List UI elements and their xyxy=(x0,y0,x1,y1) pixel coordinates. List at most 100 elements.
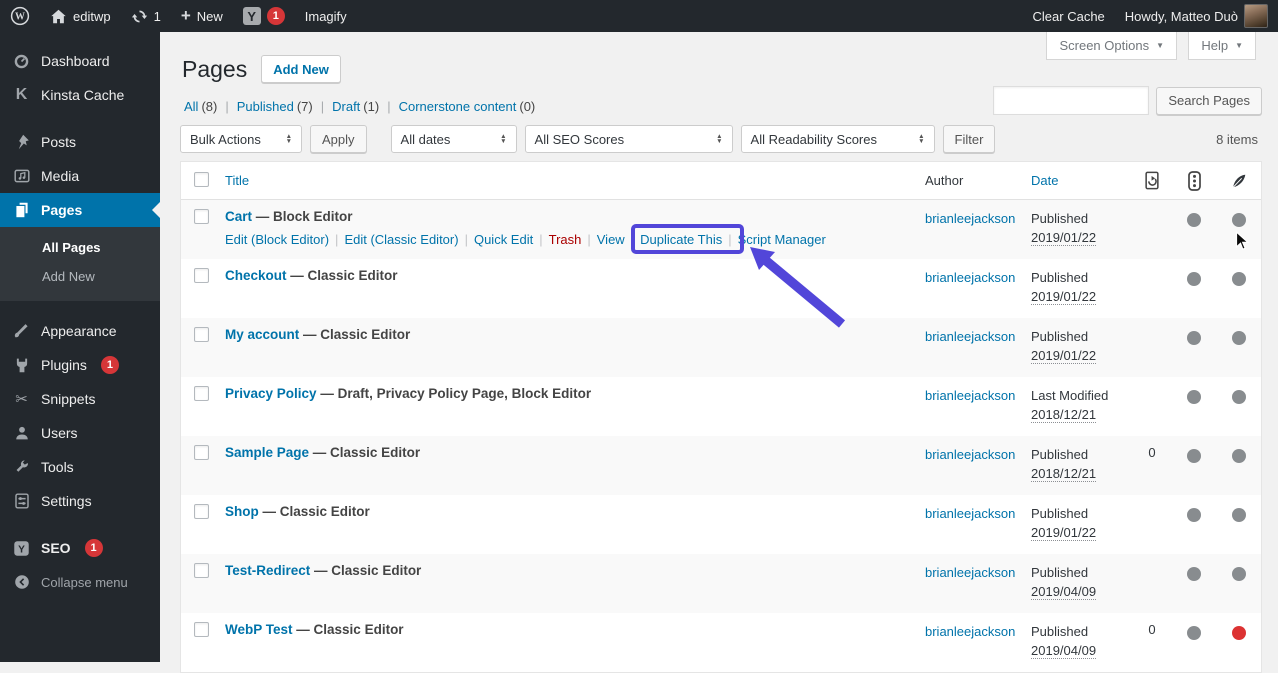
table-row: Test-Redirect — Classic Editor brianleej… xyxy=(181,554,1261,613)
seo-score-dot xyxy=(1187,331,1201,345)
post-state: — Classic Editor xyxy=(287,268,398,283)
author-link[interactable]: brianleejackson xyxy=(925,445,1021,464)
page-title-link[interactable]: Privacy Policy xyxy=(225,386,317,401)
row-checkbox[interactable] xyxy=(194,622,209,637)
post-date: 2019/04/09 xyxy=(1031,584,1096,600)
sidebar-item-seo[interactable]: Y SEO 1 xyxy=(0,531,160,565)
svg-text:W: W xyxy=(15,12,25,23)
updates-menu[interactable]: 1 xyxy=(121,0,171,32)
seo-score-column-icon xyxy=(1188,171,1201,191)
site-name-menu[interactable]: editwp xyxy=(40,0,121,32)
settings-icon xyxy=(12,493,31,509)
column-header-date[interactable]: Date xyxy=(1031,173,1058,188)
sidebar-item-posts[interactable]: Posts xyxy=(0,125,160,159)
author-link[interactable]: brianleejackson xyxy=(925,622,1021,641)
search-input[interactable] xyxy=(993,86,1149,115)
post-date: 2019/01/22 xyxy=(1031,289,1096,305)
edit-block-editor-link[interactable]: Edit (Block Editor) xyxy=(225,232,329,247)
duplicate-this-link[interactable]: Duplicate This xyxy=(640,232,722,247)
page-title-link[interactable]: Cart xyxy=(225,209,252,224)
view-filter-draft[interactable]: Draft(1) xyxy=(332,99,398,114)
select-arrows-icon: ▲▼ xyxy=(500,134,506,145)
sidebar-item-collapse-menu[interactable]: Collapse menu xyxy=(0,565,160,599)
imagify-label: Imagify xyxy=(305,9,347,24)
row-checkbox[interactable] xyxy=(194,209,209,224)
help-tab[interactable]: Help ▼ xyxy=(1188,32,1256,60)
brush-icon xyxy=(12,323,31,339)
sidebar-item-pages[interactable]: Pages xyxy=(0,193,160,227)
sidebar-item-add-new[interactable]: Add New xyxy=(0,262,160,291)
post-status: Published xyxy=(1031,624,1088,639)
plugins-update-badge: 1 xyxy=(101,356,119,374)
edit-classic-editor-link[interactable]: Edit (Classic Editor) xyxy=(344,232,458,247)
select-arrows-icon: ▲▼ xyxy=(716,134,722,145)
page-title-link[interactable]: Shop xyxy=(225,504,259,519)
search-pages-button[interactable]: Search Pages xyxy=(1156,87,1262,115)
item-count: 8 items xyxy=(1216,132,1262,147)
row-checkbox[interactable] xyxy=(194,327,209,342)
script-manager-link[interactable]: Script Manager xyxy=(738,232,826,247)
imagify-menu[interactable]: Imagify xyxy=(295,0,357,32)
post-date: 2018/12/21 xyxy=(1031,407,1096,423)
clear-cache-button[interactable]: Clear Cache xyxy=(1023,0,1115,32)
view-link[interactable]: View xyxy=(597,232,625,247)
page-title-link[interactable]: WebP Test xyxy=(225,622,293,637)
row-checkbox[interactable] xyxy=(194,563,209,578)
view-filter-published[interactable]: Published(7) xyxy=(237,99,332,114)
column-header-title[interactable]: Title xyxy=(225,173,249,188)
sidebar-item-media[interactable]: Media xyxy=(0,159,160,193)
view-filter-all[interactable]: All(8) xyxy=(184,99,237,114)
add-new-button[interactable]: Add New xyxy=(261,55,341,83)
filter-button[interactable]: Filter xyxy=(943,125,996,153)
author-link[interactable]: brianleejackson xyxy=(925,563,1021,582)
row-checkbox[interactable] xyxy=(194,504,209,519)
row-checkbox[interactable] xyxy=(194,386,209,401)
post-date: 2019/01/22 xyxy=(1031,525,1096,541)
apply-button[interactable]: Apply xyxy=(310,125,367,153)
page-title-link[interactable]: Checkout xyxy=(225,268,287,283)
row-actions: Edit (Block Editor) Edit (Classic Editor)… xyxy=(225,232,915,247)
bulk-actions-select[interactable]: Bulk Actions ▲▼ xyxy=(180,125,302,153)
sidebar-item-appearance[interactable]: Appearance xyxy=(0,314,160,348)
dates-filter-select[interactable]: All dates ▲▼ xyxy=(391,125,517,153)
my-account-menu[interactable]: Howdy, Matteo Duò xyxy=(1115,0,1278,32)
wordpress-menu[interactable]: W xyxy=(0,0,40,32)
row-checkbox[interactable] xyxy=(194,268,209,283)
screen-options-tab[interactable]: Screen Options ▼ xyxy=(1046,32,1177,60)
sidebar-item-snippets[interactable]: ✂ Snippets xyxy=(0,382,160,416)
sidebar-item-users[interactable]: Users xyxy=(0,416,160,450)
pages-table: Title Author Date Car xyxy=(180,161,1262,673)
author-link[interactable]: brianleejackson xyxy=(925,327,1021,346)
table-row: Privacy Policy — Draft, Privacy Policy P… xyxy=(181,377,1261,436)
table-row: Cart — Block Editor Edit (Block Editor)E… xyxy=(181,200,1261,259)
view-filter-cornerstone[interactable]: Cornerstone content(0) xyxy=(399,99,536,114)
seo-score-dot xyxy=(1187,626,1201,640)
seo-score-dot xyxy=(1187,567,1201,581)
author-link[interactable]: brianleejackson xyxy=(925,504,1021,523)
readability-score-dot xyxy=(1232,272,1246,286)
row-checkbox[interactable] xyxy=(194,445,209,460)
select-all-checkbox[interactable] xyxy=(194,172,209,187)
sidebar-item-dashboard[interactable]: Dashboard xyxy=(0,44,160,78)
seo-scores-filter-select[interactable]: All SEO Scores ▲▼ xyxy=(525,125,733,153)
trash-link[interactable]: Trash xyxy=(549,232,582,247)
sidebar-item-settings[interactable]: Settings xyxy=(0,484,160,518)
page-title-link[interactable]: Sample Page xyxy=(225,445,309,460)
sidebar-item-all-pages[interactable]: All Pages xyxy=(0,233,160,262)
page-title-link[interactable]: My account xyxy=(225,327,299,342)
post-state: — Classic Editor xyxy=(299,327,410,342)
author-link[interactable]: brianleejackson xyxy=(925,209,1021,228)
author-link[interactable]: brianleejackson xyxy=(925,386,1021,405)
page-title-link[interactable]: Test-Redirect xyxy=(225,563,310,578)
howdy-text: Howdy, Matteo Duò xyxy=(1125,9,1238,24)
yoast-notifications-menu[interactable]: Y 1 xyxy=(233,0,295,32)
sidebar-item-tools[interactable]: Tools xyxy=(0,450,160,484)
sidebar-item-kinsta-cache[interactable]: K Kinsta Cache xyxy=(0,78,160,112)
new-content-menu[interactable]: + New xyxy=(171,0,233,32)
yoast-seo-icon: Y xyxy=(12,540,31,557)
sidebar-item-plugins[interactable]: Plugins 1 xyxy=(0,348,160,382)
quick-edit-link[interactable]: Quick Edit xyxy=(474,232,533,247)
wordpress-logo-icon: W xyxy=(10,6,30,26)
author-link[interactable]: brianleejackson xyxy=(925,268,1021,287)
readability-scores-filter-select[interactable]: All Readability Scores ▲▼ xyxy=(741,125,935,153)
